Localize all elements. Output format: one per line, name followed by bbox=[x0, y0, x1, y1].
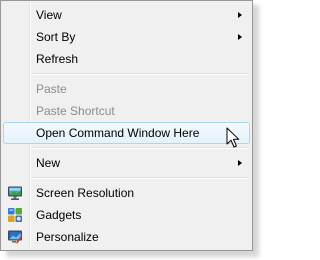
menu-item-refresh[interactable]: Refresh bbox=[3, 48, 250, 70]
menu-item-paste-shortcut[interactable]: Paste Shortcut bbox=[3, 100, 250, 122]
menu-item-label: Paste bbox=[36, 82, 67, 96]
arrow-cursor-icon bbox=[226, 127, 240, 148]
menu-item-label: Open Command Window Here bbox=[36, 126, 200, 140]
menu-item-open-command-window[interactable]: Open Command Window Here bbox=[3, 122, 250, 144]
menu-separator bbox=[31, 177, 249, 179]
submenu-arrow-icon bbox=[238, 160, 242, 166]
submenu-arrow-icon bbox=[238, 34, 242, 40]
menu-item-new[interactable]: New bbox=[3, 152, 250, 174]
submenu-arrow-icon bbox=[238, 12, 242, 18]
menu-item-label: Paste Shortcut bbox=[36, 104, 115, 118]
menu-item-sort-by[interactable]: Sort By bbox=[3, 26, 250, 48]
menu-item-label: Personalize bbox=[36, 230, 99, 244]
monitor-icon bbox=[8, 186, 22, 200]
menu-item-personalize[interactable]: Personalize bbox=[3, 226, 250, 248]
menu-item-label: New bbox=[36, 156, 61, 170]
personalize-icon bbox=[8, 230, 23, 245]
menu-item-screen-resolution[interactable]: Screen Resolution bbox=[3, 182, 250, 204]
context-menu: View Sort By Refresh Paste Paste Shortcu… bbox=[0, 0, 253, 251]
menu-separator bbox=[31, 73, 249, 75]
gadgets-icon bbox=[8, 208, 22, 222]
menu-item-paste[interactable]: Paste bbox=[3, 78, 250, 100]
menu-item-view[interactable]: View bbox=[3, 4, 250, 26]
menu-item-label: Sort By bbox=[36, 30, 76, 44]
menu-item-label: Gadgets bbox=[36, 208, 82, 222]
menu-item-label: Screen Resolution bbox=[36, 186, 135, 200]
menu-item-label: View bbox=[36, 8, 62, 22]
menu-item-label: Refresh bbox=[36, 52, 79, 66]
menu-item-gadgets[interactable]: Gadgets bbox=[3, 204, 250, 226]
menu-separator bbox=[31, 147, 249, 149]
